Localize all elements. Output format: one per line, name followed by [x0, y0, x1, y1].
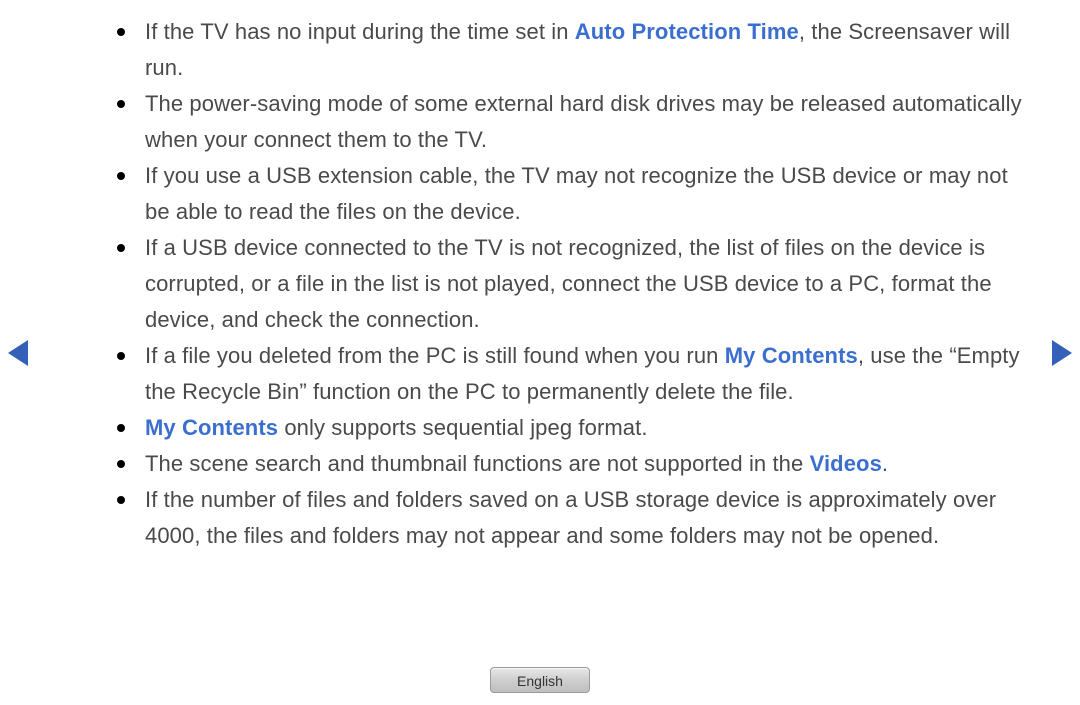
bullet-item: The scene search and thumbnail functions… — [105, 446, 1025, 482]
body-text: The power-saving mode of some external h… — [145, 91, 1022, 152]
body-text: only supports sequential jpeg format. — [278, 415, 647, 440]
body-text: If a USB device connected to the TV is n… — [145, 235, 992, 332]
prev-page-arrow[interactable] — [8, 340, 28, 366]
bullet-item: My Contents only supports sequential jpe… — [105, 410, 1025, 446]
bullet-item: If you use a USB extension cable, the TV… — [105, 158, 1025, 230]
highlight-text: My Contents — [725, 343, 858, 368]
bullet-item: If a file you deleted from the PC is sti… — [105, 338, 1025, 410]
bullet-list: If the TV has no input during the time s… — [105, 14, 1025, 554]
highlight-text: Auto Protection Time — [575, 19, 799, 44]
bullet-item: The power-saving mode of some external h… — [105, 86, 1025, 158]
highlight-text: Videos — [810, 451, 882, 476]
body-text: If you use a USB extension cable, the TV… — [145, 163, 1008, 224]
bullet-item: If the number of files and folders saved… — [105, 482, 1025, 554]
body-text: . — [882, 451, 888, 476]
content-area: If the TV has no input during the time s… — [105, 14, 1025, 554]
manual-page: If the TV has no input during the time s… — [0, 0, 1080, 705]
body-text: The scene search and thumbnail functions… — [145, 451, 810, 476]
bullet-item: If a USB device connected to the TV is n… — [105, 230, 1025, 338]
body-text: If the TV has no input during the time s… — [145, 19, 575, 44]
body-text: If a file you deleted from the PC is sti… — [145, 343, 725, 368]
language-button[interactable]: English — [490, 667, 590, 693]
next-page-arrow[interactable] — [1052, 340, 1072, 366]
bullet-item: If the TV has no input during the time s… — [105, 14, 1025, 86]
highlight-text: My Contents — [145, 415, 278, 440]
body-text: If the number of files and folders saved… — [145, 487, 996, 548]
